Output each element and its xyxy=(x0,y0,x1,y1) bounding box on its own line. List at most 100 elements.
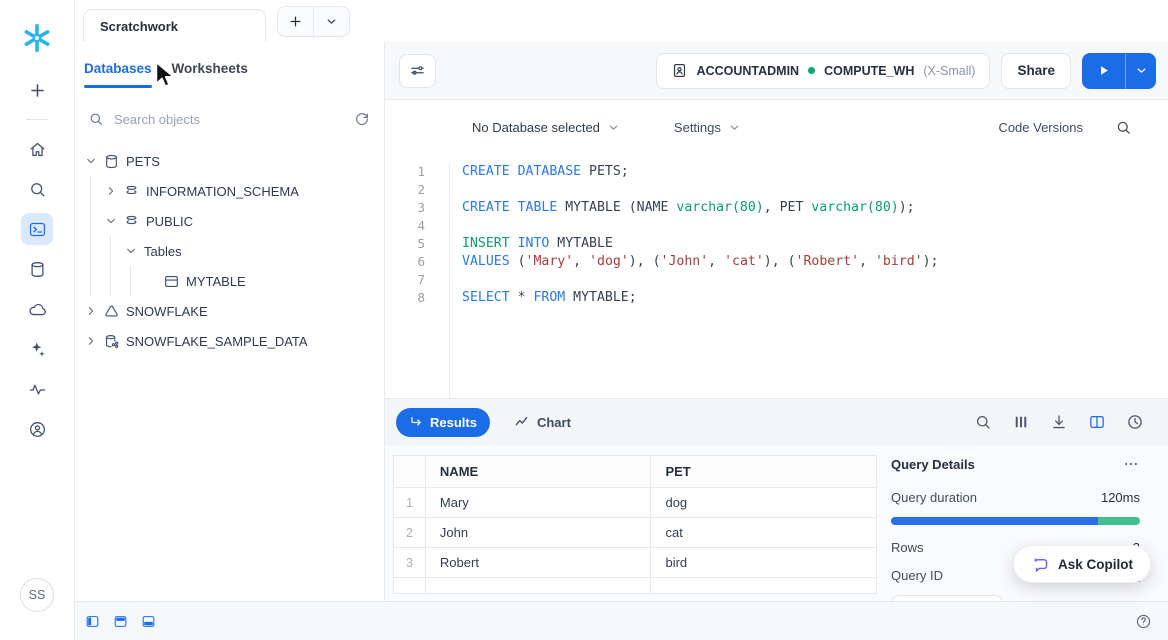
tree-item-snowflake_sample_data[interactable]: SNOWFLAKE_SAMPLE_DATA xyxy=(75,326,384,356)
tree-item-pets[interactable]: PETS xyxy=(75,146,384,176)
chevron-right-icon[interactable] xyxy=(84,304,98,318)
refresh-icon[interactable] xyxy=(354,111,370,127)
run-options-button[interactable] xyxy=(1126,53,1156,89)
code-versions-link[interactable]: Code Versions xyxy=(998,120,1083,135)
table-cell[interactable]: cat xyxy=(651,518,877,548)
tab-databases[interactable]: Databases xyxy=(84,42,152,94)
table-cell[interactable]: bird xyxy=(651,548,877,578)
admin-nav[interactable] xyxy=(21,413,53,445)
search-objects-input[interactable] xyxy=(114,112,354,127)
tab-list-button[interactable] xyxy=(314,7,349,36)
object-search-row xyxy=(75,100,384,138)
database-icon xyxy=(103,153,120,170)
snowflake-logo-icon xyxy=(21,22,53,54)
snowsight-app: SS Scratchwork Databases Worksheets xyxy=(0,0,1168,640)
worksheet-tab[interactable]: Scratchwork xyxy=(83,9,266,42)
admin-icon xyxy=(28,420,47,439)
ask-copilot-button[interactable]: Ask Copilot xyxy=(1013,545,1151,583)
role-badge-icon xyxy=(671,62,688,79)
table-cell[interactable]: dog xyxy=(651,488,877,518)
run-button-group xyxy=(1082,53,1156,89)
share-button[interactable]: Share xyxy=(1001,53,1071,89)
help-icon[interactable] xyxy=(1135,613,1152,630)
download-results-button[interactable] xyxy=(1050,413,1068,431)
worksheet-tabstrip: Scratchwork xyxy=(75,0,1168,42)
terminal-icon xyxy=(28,220,47,239)
activity-nav[interactable] xyxy=(21,373,53,405)
user-avatar[interactable]: SS xyxy=(20,578,54,612)
column-header-name[interactable]: NAME xyxy=(425,456,651,488)
line-number-gutter: 12345678 xyxy=(385,163,450,398)
context-selector[interactable]: ACCOUNTADMIN COMPUTE_WH (X-Small) xyxy=(656,53,991,89)
tab-worksheets[interactable]: Worksheets xyxy=(172,42,248,94)
query-history-button[interactable] xyxy=(1126,413,1144,431)
split-view-button[interactable] xyxy=(1088,413,1106,431)
tree-item-label: Tables xyxy=(144,244,182,259)
filters-button[interactable] xyxy=(399,54,436,88)
column-header-pet[interactable]: PET xyxy=(651,456,877,488)
chart-tab-label: Chart xyxy=(537,415,571,430)
settings-dropdown[interactable]: Settings xyxy=(674,120,741,135)
new-tab-button[interactable] xyxy=(278,7,313,36)
object-sidebar: Databases Worksheets PETS INFORMATION_SCH… xyxy=(75,42,385,601)
table-row-partial xyxy=(394,578,877,594)
tab-results[interactable]: Results xyxy=(396,408,490,437)
results-table[interactable]: NAMEPET 1Marydog2Johncat3Robertbird xyxy=(393,455,877,594)
line-number: 5 xyxy=(385,235,425,253)
ask-copilot-label: Ask Copilot xyxy=(1058,557,1133,572)
table-row[interactable]: 1Marydog xyxy=(394,488,877,518)
marketplace-nav[interactable] xyxy=(21,293,53,325)
chevron-down-icon[interactable] xyxy=(84,154,98,168)
query-details-title: Query Details xyxy=(891,457,975,472)
sql-editor[interactable]: 12345678 CREATE DATABASE PETS;CREATE TAB… xyxy=(385,154,1168,398)
chevron-down-icon[interactable] xyxy=(104,214,118,228)
database-selector[interactable]: No Database selected xyxy=(472,120,620,135)
line-number: 3 xyxy=(385,199,425,217)
tree-item-label: PETS xyxy=(126,154,160,169)
table-cell[interactable]: Robert xyxy=(425,548,651,578)
app-db-icon xyxy=(103,303,120,320)
tree-item-public[interactable]: PUBLIC xyxy=(75,206,384,236)
table-cell[interactable]: John xyxy=(425,518,651,548)
worksheets-nav[interactable] xyxy=(21,213,53,245)
table-row[interactable]: 3Robertbird xyxy=(394,548,877,578)
chevron-right-icon[interactable] xyxy=(84,334,98,348)
tree-indent-guide xyxy=(130,266,131,296)
toggle-left-panel-button[interactable] xyxy=(85,614,100,629)
new-button[interactable] xyxy=(21,74,53,106)
search-results-button[interactable] xyxy=(974,413,992,431)
query-details-menu-icon[interactable] xyxy=(1122,455,1140,473)
search-nav[interactable] xyxy=(21,173,53,205)
left-rail: SS xyxy=(0,0,75,640)
tree-item-information_schema[interactable]: INFORMATION_SCHEMA xyxy=(75,176,384,206)
tree-item-tables[interactable]: Tables xyxy=(75,236,384,266)
table-row[interactable]: 2Johncat xyxy=(394,518,877,548)
tree-item-mytable[interactable]: MYTABLE xyxy=(75,266,384,296)
results-tab-label: Results xyxy=(430,415,477,430)
toggle-top-panel-button[interactable] xyxy=(113,614,128,629)
chevron-down-icon[interactable] xyxy=(124,244,138,258)
table-cell[interactable]: Mary xyxy=(425,488,651,518)
show-more-button[interactable]: Show more xyxy=(891,595,1003,601)
data-nav[interactable] xyxy=(21,253,53,285)
editor-search-icon[interactable] xyxy=(1115,119,1132,136)
code-line xyxy=(462,181,1168,199)
tab-chart[interactable]: Chart xyxy=(514,414,571,430)
results-toolbar: Results Chart xyxy=(385,398,1168,445)
chevron-down-icon xyxy=(728,121,741,134)
row-number: 1 xyxy=(394,488,426,518)
sql-code[interactable]: CREATE DATABASE PETS;CREATE TABLE MYTABL… xyxy=(450,163,1168,398)
run-button[interactable] xyxy=(1082,53,1126,89)
results-actions xyxy=(974,413,1144,431)
columns-button[interactable] xyxy=(1012,413,1030,431)
home-nav[interactable] xyxy=(21,133,53,165)
toggle-bottom-panel-button[interactable] xyxy=(141,614,156,629)
rail-divider xyxy=(26,119,48,120)
line-number: 7 xyxy=(385,271,425,289)
chevron-right-icon[interactable] xyxy=(104,184,118,198)
tree-indent-guide xyxy=(90,176,91,296)
shared-db-icon xyxy=(103,333,120,350)
ai-ml-nav[interactable] xyxy=(21,333,53,365)
tree-item-snowflake[interactable]: SNOWFLAKE xyxy=(75,296,384,326)
worksheet-tab-label: Scratchwork xyxy=(100,19,178,34)
